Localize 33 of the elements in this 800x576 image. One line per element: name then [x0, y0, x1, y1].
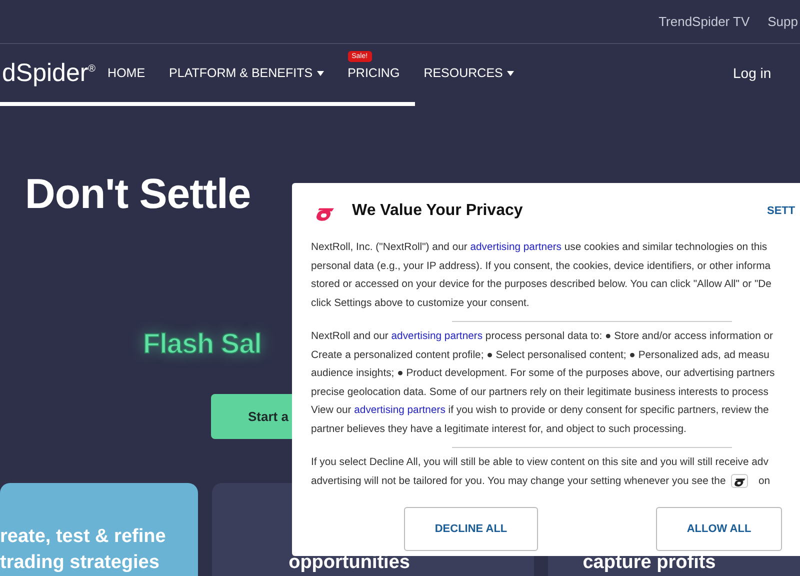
top-link[interactable]: Supp [768, 14, 798, 29]
advertising-partners-link[interactable]: advertising partners [391, 331, 483, 342]
login-link[interactable]: Log in [733, 65, 772, 81]
hero-title: Don't Settle [25, 170, 251, 218]
settings-logo-icon [732, 478, 746, 487]
card-heading: opportunities [288, 551, 411, 575]
nav-item[interactable]: HOME [96, 66, 158, 80]
dialog-title: We Value Your Privacy [352, 202, 523, 220]
advertising-partners-link[interactable]: advertising partners [354, 405, 446, 416]
flash-sale-text: Flash Sal [143, 328, 262, 360]
settings-link[interactable]: SETT [767, 205, 796, 217]
nav-item[interactable]: RESOURCES [412, 66, 526, 80]
nav-item[interactable]: PLATFORM & BENEFITS [157, 66, 336, 80]
consent-text: personal data (e.g., your IP address). If you consent, the cookies, device identifiers, or other informa [311, 260, 772, 274]
consent-button[interactable]: ALLOW ALL [656, 507, 782, 551]
card-heading: reate, test & refine [0, 525, 167, 549]
consent-text: If you select Decline All, you will still be able to view content on this site and you will still receive adv [311, 456, 770, 470]
consent-button[interactable]: DECLINE ALL [404, 507, 538, 551]
consent-text: advertising will not be tailored for you. You may change your setting whenever you see the on [311, 472, 772, 490]
consent-text: click Settings above to customize your consent. [311, 296, 530, 310]
consent-text: stored or accessed on your device for the purposes described below. You can click "Allow All" or "De [311, 278, 772, 292]
card-heading: capture profits [582, 551, 717, 575]
advertising-partners-link[interactable]: advertising partners [470, 242, 562, 253]
consent-text: audience insights; ● Product development. For some of the purposes above, our advertising partners [311, 367, 776, 381]
caret-icon [506, 70, 514, 76]
consent-text: NextRoll, Inc. ("NextRoll") and our advertising partners use cookies and similar technologies on this [311, 241, 768, 255]
caret-icon [316, 70, 324, 76]
consent-text: NextRoll and our advertising partners process personal data to: ● Store and/or access information or [311, 330, 774, 344]
card-heading: trading strategies [0, 551, 160, 575]
consent-text: Create a personalized content profile; ● Select personalised content; ● Personalized ads, ad measu [311, 348, 770, 362]
top-link[interactable]: TrendSpider TV [658, 14, 750, 29]
brand-logo-icon [314, 206, 335, 222]
site-logo[interactable]: dSpider$^{®}$ [2, 58, 96, 88]
